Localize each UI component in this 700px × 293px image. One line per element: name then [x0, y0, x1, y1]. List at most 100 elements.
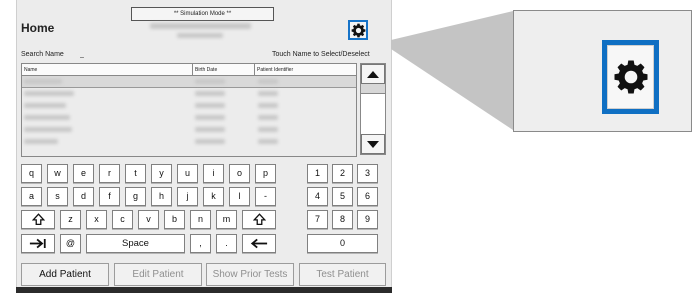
key-a[interactable]: a: [21, 187, 42, 206]
numpad-key-6[interactable]: 6: [357, 187, 378, 206]
column-divider: [192, 64, 193, 75]
key-at[interactable]: @: [60, 234, 81, 253]
patient-row[interactable]: [22, 112, 356, 123]
blurred-patient-id: [258, 127, 278, 132]
callout-wedge: [391, 10, 515, 140]
blurred-practice-name: [150, 23, 251, 29]
blurred-birth-date: [195, 127, 225, 132]
scroll-thumb[interactable]: [361, 84, 385, 94]
backspace-icon: [250, 238, 268, 249]
key-y[interactable]: y: [151, 164, 172, 183]
device-screen: Home ** Simulation Mode ** Search Name T…: [16, 0, 392, 290]
list-scrollbar[interactable]: [360, 63, 386, 155]
device-bezel-strip: [16, 287, 392, 293]
numpad-key-0[interactable]: 0: [307, 234, 378, 253]
patient-row[interactable]: [22, 136, 356, 147]
scroll-up-button[interactable]: [361, 64, 385, 84]
shift-right-key[interactable]: [242, 210, 276, 229]
blurred-patient-name: [24, 103, 66, 108]
blurred-patient-id: [258, 79, 278, 84]
space-key[interactable]: Space: [86, 234, 185, 253]
key-b[interactable]: b: [164, 210, 185, 229]
select-hint: Touch Name to Select/Deselect: [272, 51, 370, 58]
key-m[interactable]: m: [216, 210, 237, 229]
key-hyphen[interactable]: -: [255, 187, 276, 206]
key-u[interactable]: u: [177, 164, 198, 183]
key-j[interactable]: j: [177, 187, 198, 206]
numpad-key-4[interactable]: 4: [307, 187, 328, 206]
numpad-key-8[interactable]: 8: [332, 210, 353, 229]
blurred-patient-name: [24, 139, 58, 144]
gear-icon: [614, 60, 647, 94]
key-d[interactable]: d: [73, 187, 94, 206]
list-header: Name Birth Date Patient Identifier: [22, 64, 356, 76]
blurred-date: [177, 33, 223, 38]
key-p[interactable]: p: [255, 164, 276, 183]
blurred-patient-name: [24, 79, 62, 84]
column-header-birth-date: Birth Date: [195, 67, 218, 73]
key-k[interactable]: k: [203, 187, 224, 206]
key-n[interactable]: n: [190, 210, 211, 229]
blurred-birth-date: [195, 139, 225, 144]
tab-key[interactable]: [21, 234, 55, 253]
search-input[interactable]: [80, 51, 140, 58]
patient-row[interactable]: [22, 88, 356, 99]
patient-row[interactable]: [22, 76, 356, 88]
blurred-patient-id: [258, 115, 278, 120]
shift-icon: [252, 213, 266, 226]
key-f[interactable]: f: [99, 187, 120, 206]
key-h[interactable]: h: [151, 187, 172, 206]
key-r[interactable]: r: [99, 164, 120, 183]
key-l[interactable]: l: [229, 187, 250, 206]
numpad-key-7[interactable]: 7: [307, 210, 328, 229]
numpad-key-1[interactable]: 1: [307, 164, 328, 183]
key-i[interactable]: i: [203, 164, 224, 183]
key-w[interactable]: w: [47, 164, 68, 183]
patient-row[interactable]: [22, 124, 356, 135]
blurred-patient-id: [258, 103, 278, 108]
page-title: Home: [21, 21, 55, 35]
arrow-up-icon: [367, 70, 379, 78]
gear-icon: [351, 23, 365, 37]
test-patient-button[interactable]: Test Patient: [299, 263, 386, 286]
blurred-birth-date: [195, 115, 225, 120]
blurred-birth-date: [195, 79, 225, 84]
column-header-patient-identifier: Patient Identifier: [257, 67, 294, 73]
numpad-key-5[interactable]: 5: [332, 187, 353, 206]
key-s[interactable]: s: [47, 187, 68, 206]
tab-icon: [29, 238, 46, 249]
key-comma[interactable]: ,: [190, 234, 211, 253]
settings-button[interactable]: [348, 20, 368, 40]
show-prior-tests-button[interactable]: Show Prior Tests: [206, 263, 294, 286]
blurred-patient-id: [258, 91, 278, 96]
patient-row[interactable]: [22, 100, 356, 111]
edit-patient-button[interactable]: Edit Patient: [114, 263, 202, 286]
key-t[interactable]: t: [125, 164, 146, 183]
key-q[interactable]: q: [21, 164, 42, 183]
key-v[interactable]: v: [138, 210, 159, 229]
key-period[interactable]: .: [216, 234, 237, 253]
column-header-name: Name: [24, 67, 38, 73]
numpad-key-2[interactable]: 2: [332, 164, 353, 183]
key-c[interactable]: c: [112, 210, 133, 229]
key-g[interactable]: g: [125, 187, 146, 206]
numpad-key-3[interactable]: 3: [357, 164, 378, 183]
key-z[interactable]: z: [60, 210, 81, 229]
settings-button-zoomed: [602, 40, 659, 114]
shift-left-key[interactable]: [21, 210, 55, 229]
blurred-birth-date: [195, 103, 225, 108]
blurred-patient-name: [24, 115, 70, 120]
column-divider: [254, 64, 255, 75]
blurred-patient-name: [24, 91, 74, 96]
key-o[interactable]: o: [229, 164, 250, 183]
backspace-key[interactable]: [242, 234, 276, 253]
key-e[interactable]: e: [73, 164, 94, 183]
blurred-birth-date: [195, 91, 225, 96]
scroll-down-button[interactable]: [361, 134, 385, 154]
blurred-patient-id: [258, 139, 278, 144]
key-x[interactable]: x: [86, 210, 107, 229]
add-patient-button[interactable]: Add Patient: [21, 263, 109, 286]
shift-icon: [31, 213, 45, 226]
arrow-down-icon: [367, 140, 379, 148]
numpad-key-9[interactable]: 9: [357, 210, 378, 229]
